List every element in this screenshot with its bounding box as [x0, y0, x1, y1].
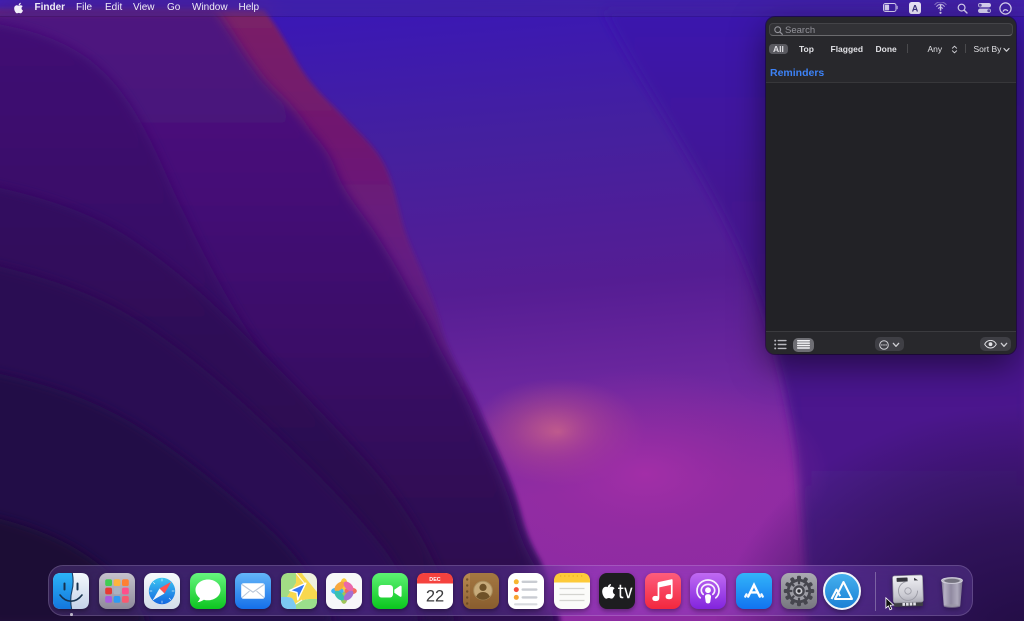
svg-text:A: A — [912, 3, 919, 13]
svg-text:22: 22 — [426, 588, 444, 606]
svg-text:DEC: DEC — [429, 577, 440, 583]
